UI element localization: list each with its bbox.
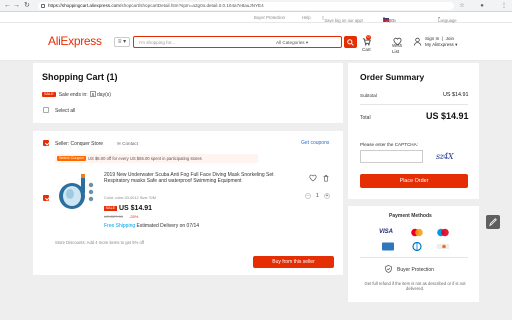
- search-bar[interactable]: I'm shopping for... All Categories ▾: [133, 36, 342, 48]
- subtotal-value: US $14.91: [443, 92, 469, 98]
- sale-days-box: 5: [90, 91, 97, 97]
- diners-logo: [412, 242, 422, 251]
- store-discounts-text: Store Discounts: Add 4 more items to get…: [55, 240, 145, 245]
- wish-list-link[interactable]: Wish List: [392, 43, 402, 55]
- cart-label[interactable]: Cart: [362, 47, 371, 53]
- contact-seller-link[interactable]: ✉ Contact: [117, 141, 138, 147]
- profile-icon[interactable]: ●: [478, 2, 486, 10]
- free-shipping-label: Free Shipping: [104, 223, 136, 229]
- categories-menu-button[interactable]: ≡ ▾: [114, 37, 130, 47]
- visa-logo: VISA: [379, 229, 394, 235]
- item-original-price: US $27.00: [104, 214, 123, 219]
- item-sale-badge: SALE: [104, 206, 117, 211]
- mastercard-logo: [411, 228, 423, 237]
- quantity-decrease-button[interactable]: −: [305, 193, 311, 199]
- back-icon[interactable]: ←: [4, 2, 11, 10]
- menu-icon[interactable]: ⋮: [500, 2, 508, 10]
- total-label: Total: [360, 115, 371, 121]
- sale-countdown: SALE Sale ends in: 5 day(s): [42, 91, 111, 98]
- select-all-checkbox[interactable]: [43, 107, 49, 113]
- payment-divider: [360, 257, 468, 258]
- item-discount: -25%: [129, 214, 139, 219]
- sale-badge: SALE: [42, 92, 56, 98]
- product-image[interactable]: [54, 172, 96, 212]
- buyer-protection-title: Buyer Protection: [397, 267, 434, 273]
- maestro-logo: [437, 228, 449, 237]
- url-field[interactable]: https://shoppingcart.aliexpress.com/shop…: [38, 2, 454, 10]
- get-coupons-link[interactable]: Get coupons: [301, 140, 329, 146]
- quantity-value[interactable]: 1: [316, 193, 319, 199]
- quantity-increase-button[interactable]: +: [324, 193, 330, 199]
- site-header: AliExpress ≡ ▾ I'm shopping for... All C…: [0, 23, 512, 61]
- url-host: https://shoppingcart.aliexpress.com: [48, 3, 121, 8]
- aliexpress-logo[interactable]: AliExpress: [48, 34, 102, 48]
- account-links[interactable]: Sign In | Join My AliExpress ▾: [425, 36, 457, 48]
- captcha-label: Please enter the CAPTCHA:: [360, 142, 418, 147]
- captcha-input[interactable]: [360, 150, 423, 163]
- discover-logo: [437, 244, 449, 249]
- subtotal-label: Subtotal: [360, 93, 377, 98]
- coupon-text: US $6.00 off for every US $65.00 spent i…: [88, 156, 202, 161]
- page-title: Shopping Cart (1): [42, 72, 118, 82]
- url-path: /shopcart/shopcartDetail.htm?spm=a2g0o.d…: [120, 3, 264, 8]
- delivery-estimate: Estimated Delivery on 07/14: [136, 223, 200, 229]
- edit-feedback-button[interactable]: [486, 215, 500, 229]
- search-category-select[interactable]: All Categories ▾: [276, 40, 308, 46]
- forward-icon[interactable]: →: [13, 2, 20, 10]
- buyer-protection-text: Get full refund if the item is not as de…: [364, 281, 466, 292]
- buy-from-seller-button[interactable]: Buy from this seller: [253, 256, 334, 268]
- shield-icon: [385, 265, 392, 273]
- reload-icon[interactable]: ↻: [24, 2, 30, 10]
- place-order-button[interactable]: Place Order: [360, 174, 468, 188]
- payment-methods-title: Payment Methods: [389, 213, 432, 219]
- search-icon: [347, 39, 354, 46]
- coupon-strip: Select Coupon US $6.00 off for every US …: [55, 154, 258, 163]
- captcha-image[interactable]: sz4X: [436, 152, 454, 161]
- user-icon[interactable]: [413, 37, 422, 46]
- delivery-info: Free Shipping Estimated Delivery on 07/1…: [104, 223, 199, 229]
- order-summary-title: Order Summary: [360, 72, 425, 82]
- seller-checkbox[interactable]: [43, 140, 49, 146]
- lock-icon: [41, 4, 45, 8]
- wishlist-heart-icon[interactable]: [309, 174, 317, 182]
- select-coupon-button[interactable]: Select Coupon: [57, 156, 86, 161]
- search-button[interactable]: [344, 36, 357, 48]
- amex-logo: [382, 242, 394, 251]
- product-title[interactable]: 2019 New Underwater Scuba Anti Fog Full …: [104, 172, 274, 184]
- star-icon[interactable]: ☆: [458, 2, 466, 10]
- product-variant[interactable]: Color: color-03-0012 Size: S/M: [104, 196, 156, 200]
- total-value: US $14.91: [426, 111, 469, 121]
- item-checkbox[interactable]: [43, 195, 49, 201]
- ship-to-selector[interactable]: Ship to / USD ▾: [383, 15, 396, 23]
- trash-icon[interactable]: [322, 174, 330, 182]
- item-price: US $14.91: [119, 205, 153, 212]
- select-all-label[interactable]: Select all: [55, 108, 75, 114]
- app-link[interactable]: ▯ Save big on our app!: [322, 15, 363, 23]
- pencil-icon: [489, 218, 497, 227]
- language-selector[interactable]: Language ▾: [438, 15, 457, 23]
- top-utility-bar: Buyer Protection Help ▯ Save big on our …: [0, 12, 512, 23]
- diving-mask-image: [59, 174, 94, 209]
- help-link[interactable]: Help: [302, 15, 311, 20]
- buyer-protection-link[interactable]: Buyer Protection: [254, 15, 285, 20]
- search-input[interactable]: I'm shopping for...: [139, 40, 175, 45]
- browser-address-bar: ← → ↻ https://shoppingcart.aliexpress.co…: [0, 0, 512, 12]
- summary-divider: [360, 104, 468, 105]
- seller-name[interactable]: Seller: Conquer Store: [55, 141, 103, 147]
